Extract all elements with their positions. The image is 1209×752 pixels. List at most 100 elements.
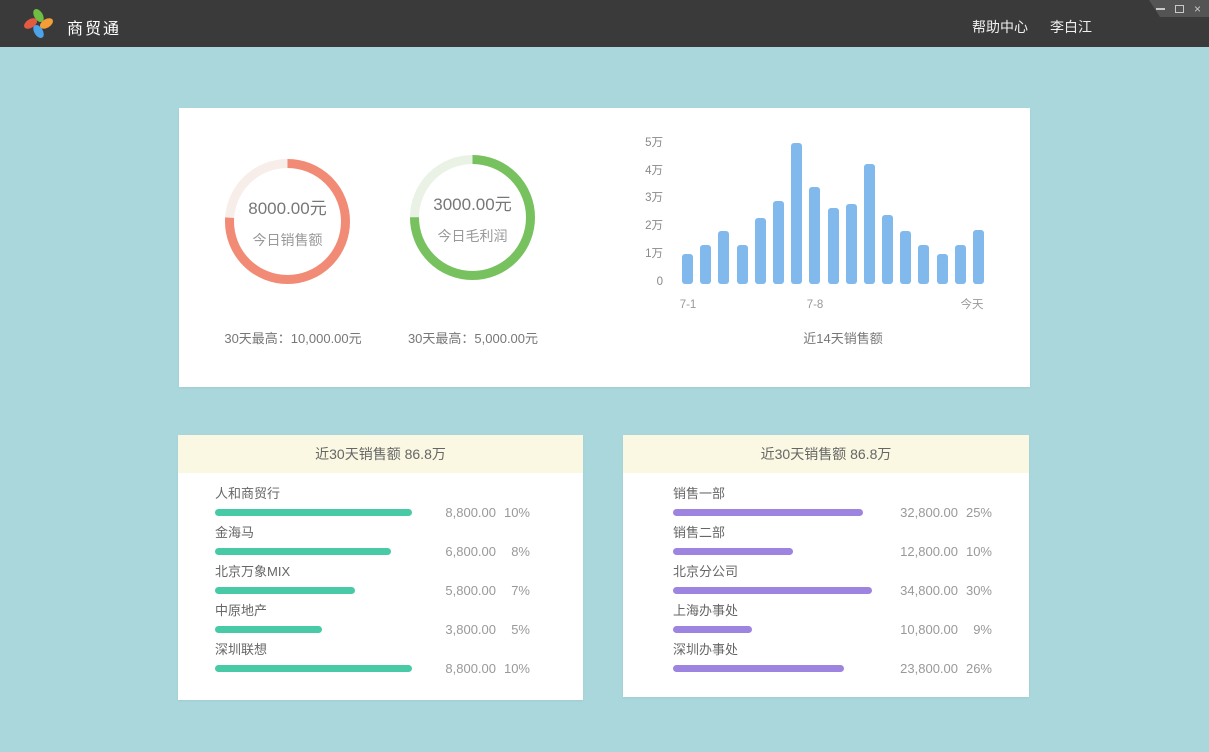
progress-bar — [673, 509, 863, 516]
today-profit-label: 今日毛利润 — [438, 226, 508, 246]
panel-title: 近30天销售额 86.8万 — [623, 435, 1029, 473]
list-item: 人和商贸行 8,800.0010% — [178, 487, 583, 526]
today-sales-label: 今日销售额 — [253, 230, 323, 250]
minimize-icon[interactable] — [1156, 8, 1165, 10]
bar — [718, 231, 729, 284]
item-label: 中原地产 — [215, 604, 267, 618]
y-tick-label: 5万 — [623, 135, 663, 151]
bar — [864, 164, 875, 285]
amount-text: 12,800.00 — [900, 545, 958, 559]
item-value: 8,800.0010% — [445, 662, 530, 676]
list-item: 销售一部 32,800.0025% — [623, 487, 1029, 526]
username-menu[interactable]: 李白江 — [1050, 17, 1092, 37]
list-item: 销售二部 12,800.0010% — [623, 526, 1029, 565]
panel-body: 销售一部 32,800.0025% 销售二部 12,800.0010% 北京分公司 34,… — [623, 473, 1029, 682]
percent-text: 8% — [496, 545, 530, 559]
window-controls: × — [1146, 0, 1209, 17]
bar — [755, 218, 766, 285]
percent-text: 10% — [496, 506, 530, 520]
percent-text: 10% — [958, 545, 992, 559]
amount-text: 34,800.00 — [900, 584, 958, 598]
item-value: 8,800.0010% — [445, 506, 530, 520]
bar — [682, 254, 693, 285]
list-item: 中原地产 3,800.005% — [178, 604, 583, 643]
bar — [773, 201, 784, 284]
item-label: 金海马 — [215, 526, 254, 540]
overview-panel: 8000.00元 今日销售额 30天最高：10,000.00元 3000.00元… — [179, 108, 1030, 387]
bar — [828, 208, 839, 284]
departments-sales-panel: 近30天销售额 86.8万 销售一部 32,800.0025% 销售二部 12,800… — [623, 435, 1029, 697]
bar — [937, 254, 948, 285]
list-item: 北京万象MIX 5,800.007% — [178, 565, 583, 604]
item-label: 销售一部 — [673, 487, 725, 501]
item-value: 32,800.0025% — [900, 506, 992, 520]
customers-sales-panel: 近30天销售额 86.8万 人和商贸行8,800.0010%金海马6,800.0… — [178, 435, 583, 700]
item-label: 北京分公司 — [673, 565, 738, 579]
amount-text: 10,800.00 — [900, 623, 958, 637]
item-label: 深圳联想 — [215, 643, 267, 657]
chart-title: 近14天销售额 — [743, 328, 943, 347]
progress-bar — [215, 626, 322, 633]
x-tick-label: 7-8 — [795, 298, 835, 312]
progress-bar — [673, 665, 844, 672]
bar — [700, 245, 711, 284]
list-item: 深圳办事处 23,800.0026% — [623, 643, 1029, 682]
progress-bar — [673, 626, 752, 633]
percent-text: 5% — [496, 623, 530, 637]
progress-bar — [215, 548, 391, 555]
y-tick-label: 2万 — [623, 218, 663, 234]
amount-text: 23,800.00 — [900, 662, 958, 676]
amount-text: 3,800.00 — [445, 623, 496, 637]
pinwheel-logo-icon — [23, 8, 54, 39]
percent-text: 25% — [958, 506, 992, 520]
help-center-link[interactable]: 帮助中心 — [972, 17, 1028, 37]
app-window: { "titlebar": { "app_title": "商贸通", "hel… — [0, 0, 1209, 752]
amount-text: 8,800.00 — [445, 662, 496, 676]
amount-text: 32,800.00 — [900, 506, 958, 520]
item-value: 6,800.008% — [445, 545, 530, 559]
item-label: 深圳办事处 — [673, 643, 738, 657]
bar — [955, 245, 966, 284]
percent-text: 26% — [958, 662, 992, 676]
chart-bars — [682, 138, 984, 284]
progress-bar — [215, 665, 412, 672]
panel-body: 人和商贸行8,800.0010%金海马6,800.008%北京万象MIX5,80… — [178, 473, 583, 682]
item-value: 34,800.0030% — [900, 584, 992, 598]
y-tick-label: 1万 — [623, 246, 663, 262]
item-label: 人和商贸行 — [215, 487, 280, 501]
progress-bar — [673, 548, 793, 555]
y-tick-label: 0 — [623, 274, 663, 290]
today-profit-donut: 3000.00元 今日毛利润 — [405, 150, 540, 285]
list-item: 北京分公司 34,800.0030% — [623, 565, 1029, 604]
today-profit-amount: 3000.00元 — [433, 190, 511, 215]
progress-bar — [215, 587, 355, 594]
y-tick-label: 4万 — [623, 163, 663, 179]
item-label: 销售二部 — [673, 526, 725, 540]
chart-y-axis: 5万 4万 3万 2万 1万 0 — [623, 108, 663, 308]
progress-bar — [215, 509, 412, 516]
close-icon[interactable]: × — [1194, 4, 1201, 14]
panel-title: 近30天销售额 86.8万 — [178, 435, 583, 473]
bar — [737, 245, 748, 284]
item-value: 3,800.005% — [445, 623, 530, 637]
item-value: 10,800.009% — [900, 623, 992, 637]
maximize-icon[interactable] — [1175, 5, 1184, 13]
item-value: 5,800.007% — [445, 584, 530, 598]
bar — [882, 215, 893, 284]
today-sales-donut: 8000.00元 今日销售额 — [220, 154, 355, 289]
progress-bar — [673, 587, 872, 594]
bar — [791, 143, 802, 284]
list-item: 金海马 6,800.008% — [178, 526, 583, 565]
bar — [973, 230, 984, 284]
profit-30day-max: 30天最高：5,000.00元 — [363, 328, 583, 347]
y-tick-label: 3万 — [623, 190, 663, 206]
percent-text: 9% — [958, 623, 992, 637]
percent-text: 30% — [958, 584, 992, 598]
item-label: 北京万象MIX — [215, 565, 290, 579]
amount-text: 8,800.00 — [445, 506, 496, 520]
bar — [900, 231, 911, 284]
item-label: 上海办事处 — [673, 604, 738, 618]
amount-text: 6,800.00 — [445, 545, 496, 559]
bar — [809, 187, 820, 284]
list-item: 深圳联想 8,800.0010% — [178, 643, 583, 682]
